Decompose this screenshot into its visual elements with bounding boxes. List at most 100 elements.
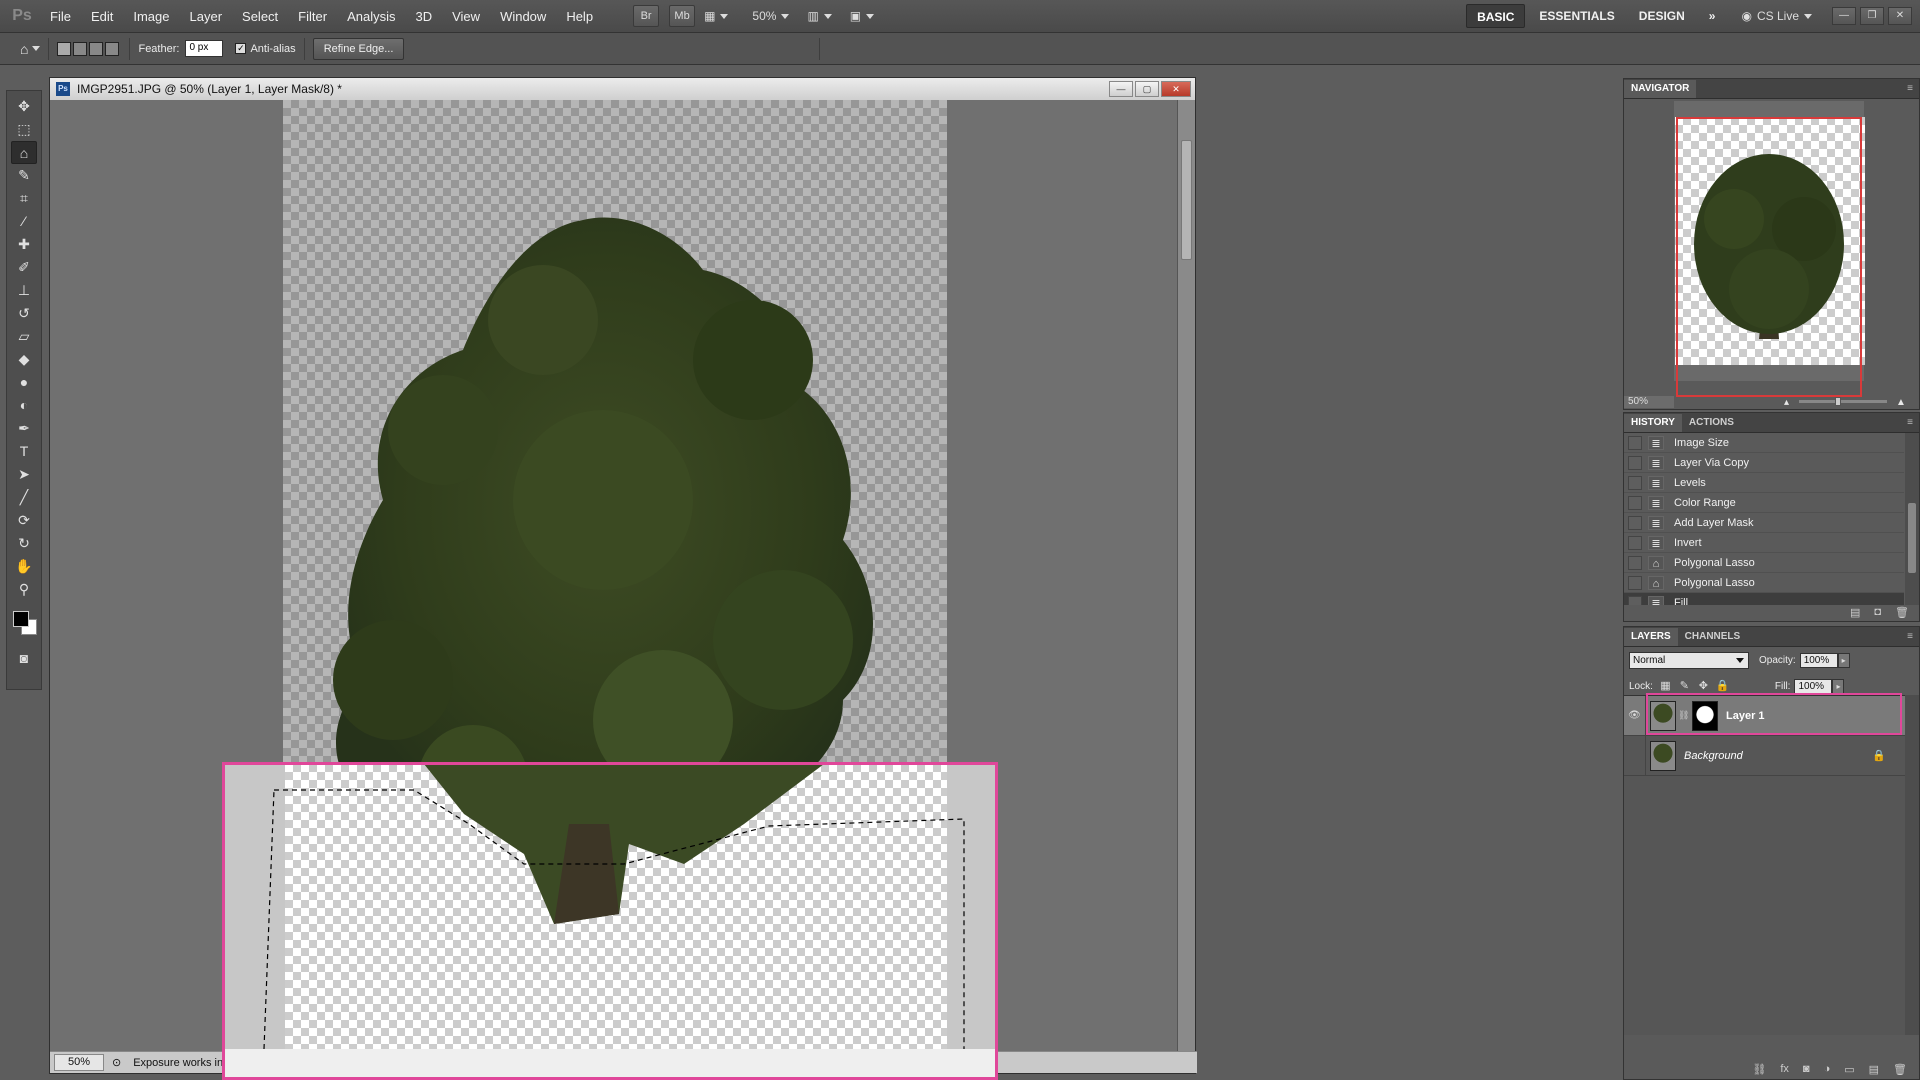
panel-menu-icon[interactable]: ≡: [1907, 628, 1913, 646]
visibility-toggle[interactable]: [1624, 735, 1646, 776]
move-tool[interactable]: ✥: [11, 95, 37, 118]
type-tool[interactable]: T: [11, 440, 37, 463]
lock-pixels-icon[interactable]: ✎: [1678, 680, 1691, 693]
more-workspaces-button[interactable]: »: [1699, 4, 1726, 28]
history-brush-source-box[interactable]: [1628, 495, 1642, 510]
tab-actions[interactable]: ACTIONS: [1682, 414, 1741, 432]
vertical-scrollbar[interactable]: [1177, 100, 1195, 1052]
history-brush-source-box[interactable]: [1628, 555, 1642, 570]
history-item[interactable]: ≣ Color Range: [1624, 493, 1904, 513]
trash-icon[interactable]: 🗑: [1893, 1063, 1907, 1076]
dodge-tool[interactable]: ◐: [11, 394, 37, 417]
history-item[interactable]: ≣ Layer Via Copy: [1624, 453, 1904, 473]
document-title-bar[interactable]: Ps IMGP2951.JPG @ 50% (Layer 1, Layer Ma…: [50, 78, 1195, 100]
history-brush-source-box[interactable]: [1628, 575, 1642, 590]
hand-tool[interactable]: ✋: [11, 555, 37, 578]
menu-view[interactable]: View: [442, 0, 490, 33]
zoom-slider-knob[interactable]: [1835, 397, 1841, 406]
menu-file[interactable]: File: [40, 0, 81, 33]
history-brush-source-box[interactable]: [1628, 435, 1642, 450]
menu-filter[interactable]: Filter: [288, 0, 337, 33]
layer-thumbnail[interactable]: [1650, 740, 1676, 771]
history-brush-source-box[interactable]: [1628, 475, 1642, 490]
3d-orbit-tool[interactable]: ↻: [11, 532, 37, 555]
history-scroll-thumb[interactable]: [1908, 503, 1916, 573]
history-item[interactable]: ≣ Image Size: [1624, 433, 1904, 453]
tab-channels[interactable]: CHANNELS: [1678, 628, 1748, 646]
menu-analysis[interactable]: Analysis: [337, 0, 405, 33]
lock-all-icon[interactable]: 🔒: [1716, 680, 1730, 693]
new-document-from-state-icon[interactable]: ▤: [1850, 606, 1860, 619]
document-close-button[interactable]: ✕: [1161, 81, 1191, 97]
zoom-in-icon[interactable]: ▲: [1896, 397, 1906, 408]
menu-edit[interactable]: Edit: [81, 0, 123, 33]
opacity-input[interactable]: 100%: [1799, 652, 1838, 668]
launch-mini-bridge-button[interactable]: Mb: [669, 5, 696, 27]
workspace-basic[interactable]: BASIC: [1466, 4, 1526, 28]
crop-tool[interactable]: ⌗: [11, 187, 37, 210]
restore-window-button[interactable]: ❐: [1860, 7, 1884, 25]
layers-scrollbar[interactable]: [1905, 695, 1919, 1035]
fill-slider-toggle[interactable]: ▸: [1832, 678, 1845, 694]
tool-preset-picker[interactable]: ⌂: [20, 41, 41, 57]
eye-icon[interactable]: 👁: [1624, 695, 1646, 736]
panel-menu-icon[interactable]: ≡: [1907, 80, 1913, 98]
menu-select[interactable]: Select: [232, 0, 288, 33]
link-layers-icon[interactable]: ⛓: [1752, 1063, 1766, 1076]
eyedropper-tool[interactable]: ⁄: [11, 210, 37, 233]
layer-style-icon[interactable]: fx: [1780, 1063, 1789, 1075]
history-brush-source-box[interactable]: [1628, 515, 1642, 530]
line-tool[interactable]: ╱: [11, 486, 37, 509]
new-group-icon[interactable]: ▭: [1844, 1063, 1854, 1076]
document-maximize-button[interactable]: ▢: [1135, 81, 1159, 97]
menu-3d[interactable]: 3D: [405, 0, 442, 33]
vertical-scroll-thumb[interactable]: [1181, 140, 1192, 260]
layer-name[interactable]: Background: [1684, 750, 1743, 762]
close-window-button[interactable]: ✕: [1888, 7, 1912, 25]
menu-window[interactable]: Window: [490, 0, 556, 33]
history-item[interactable]: ≣ Invert: [1624, 533, 1904, 553]
navigator-proxy-view[interactable]: [1676, 117, 1862, 397]
clone-stamp-tool[interactable]: ⊥: [11, 279, 37, 302]
menu-help[interactable]: Help: [556, 0, 603, 33]
add-to-selection-button[interactable]: [73, 41, 88, 56]
add-mask-icon[interactable]: ◙: [1803, 1063, 1810, 1075]
new-layer-icon[interactable]: ▤: [1869, 1063, 1879, 1076]
cs-live-dropdown[interactable]: ◉ CS Live: [1741, 9, 1812, 23]
subtract-from-selection-button[interactable]: [89, 41, 104, 56]
history-item[interactable]: ≣ Levels: [1624, 473, 1904, 493]
quick-selection-tool[interactable]: ✎: [11, 164, 37, 187]
trash-icon[interactable]: 🗑: [1895, 606, 1909, 619]
healing-brush-tool[interactable]: ✚: [11, 233, 37, 256]
arrange-documents-dropdown[interactable]: ▥: [807, 9, 832, 23]
workspace-design[interactable]: DESIGN: [1629, 4, 1695, 28]
tab-navigator[interactable]: NAVIGATOR: [1624, 80, 1697, 98]
launch-bridge-button[interactable]: Br: [633, 5, 660, 27]
color-swatches[interactable]: [9, 605, 39, 641]
zoom-out-icon[interactable]: ▴: [1784, 397, 1789, 408]
quick-mask-button[interactable]: ◙: [11, 647, 37, 670]
refine-edge-button[interactable]: Refine Edge...: [312, 37, 405, 60]
zoom-level-dropdown[interactable]: 50%: [752, 9, 790, 23]
pen-tool[interactable]: ✒: [11, 417, 37, 440]
blur-tool[interactable]: ●: [11, 371, 37, 394]
history-item[interactable]: ⌂ Polygonal Lasso: [1624, 553, 1904, 573]
menu-image[interactable]: Image: [123, 0, 179, 33]
adjustment-layer-icon[interactable]: ◑: [1824, 1063, 1831, 1075]
navigator-zoom-slider[interactable]: [1799, 397, 1887, 406]
feather-input[interactable]: 0 px: [185, 40, 224, 57]
view-extras-dropdown[interactable]: ▦: [704, 9, 729, 23]
lock-transparent-icon[interactable]: ▦: [1659, 680, 1672, 693]
panel-menu-icon[interactable]: ≡: [1907, 414, 1913, 432]
intersect-selection-button[interactable]: [105, 41, 120, 56]
3d-rotate-tool[interactable]: ⟳: [11, 509, 37, 532]
history-item[interactable]: ⌂ Polygonal Lasso: [1624, 573, 1904, 593]
history-brush-tool[interactable]: ↺: [11, 302, 37, 325]
menu-layer[interactable]: Layer: [180, 0, 233, 33]
tab-history[interactable]: HISTORY: [1624, 414, 1682, 432]
navigator-zoom-field[interactable]: 50%: [1624, 396, 1674, 408]
minimize-window-button[interactable]: —: [1832, 7, 1856, 25]
document-minimize-button[interactable]: —: [1109, 81, 1133, 97]
opacity-slider-toggle[interactable]: ▸: [1837, 652, 1850, 668]
zoom-tool[interactable]: ⚲: [11, 578, 37, 601]
